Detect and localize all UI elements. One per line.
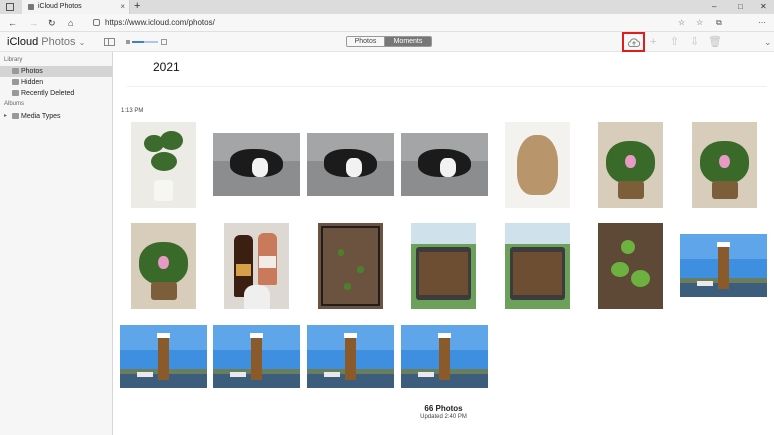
browser-tab[interactable]: iCloud Photos ×	[22, 0, 130, 14]
add-icon[interactable]: +	[650, 35, 656, 49]
app-switcher[interactable]: iCloud Photos ⌄	[7, 35, 85, 50]
updated-time: Updated 2:40 PM	[420, 414, 467, 420]
icloud-favicon-icon	[28, 4, 34, 10]
sidebar: Library Photos Hidden Recently Deleted A…	[0, 52, 113, 435]
view-segmented-control: Photos Moments	[346, 36, 432, 47]
sidebar-item-label: Hidden	[21, 79, 44, 86]
zoom-fill	[132, 41, 144, 43]
sidebar-item-photos[interactable]: Photos	[0, 66, 112, 77]
browser-tab-bar: iCloud Photos × + – □ ✕	[0, 0, 774, 14]
year-heading: 2021	[153, 60, 180, 74]
url-text: https://www.icloud.com/photos/	[105, 18, 215, 27]
photo-thumbnail[interactable]	[598, 223, 663, 309]
photo-thumbnail[interactable]	[401, 325, 488, 388]
browser-menu-icon[interactable]: ⋯	[758, 14, 766, 32]
segment-photos[interactable]: Photos	[347, 37, 385, 46]
maximize-button[interactable]: □	[738, 0, 743, 14]
photo-grid-area: 2021 1:13 PM 66 Photos Updated 2:40 PM	[113, 52, 774, 435]
sidebar-item-label: Photos	[21, 68, 43, 75]
photo-thumbnail[interactable]	[401, 133, 488, 196]
zoom-in-icon	[161, 39, 167, 45]
url-field[interactable]: https://www.icloud.com/photos/	[92, 16, 702, 30]
disclosure-arrow-icon[interactable]: ▸	[4, 111, 7, 122]
back-button[interactable]: ←	[8, 14, 17, 32]
home-button[interactable]: ⌂	[68, 14, 73, 32]
site-info-icon[interactable]	[93, 19, 100, 26]
sidebar-item-recently-deleted[interactable]: Recently Deleted	[0, 88, 112, 99]
moment-time-label: 1:13 PM	[121, 108, 144, 114]
brand-photos: Photos	[41, 36, 76, 48]
divider	[127, 86, 767, 87]
reload-button[interactable]: ↻	[48, 14, 56, 32]
minimize-button[interactable]: –	[712, 0, 716, 14]
photo-thumbnail[interactable]	[224, 223, 289, 309]
favorites-list-icon[interactable]: ☆	[696, 14, 703, 32]
photo-thumbnail[interactable]	[505, 223, 570, 309]
photo-thumbnail[interactable]	[307, 325, 394, 388]
photo-thumbnail[interactable]	[213, 133, 300, 196]
sidebar-item-media-types[interactable]: ▸ Media Types	[0, 111, 112, 122]
library-header: Library	[4, 57, 23, 63]
sidebar-item-label: Media Types	[21, 113, 61, 120]
collections-icon[interactable]: ⧉	[716, 14, 722, 32]
photo-count: 66 Photos	[424, 404, 463, 413]
close-window-button[interactable]: ✕	[760, 0, 767, 14]
photo-thumbnail[interactable]	[598, 122, 663, 208]
photo-thumbnail[interactable]	[120, 325, 207, 388]
zoom-slider[interactable]	[126, 39, 167, 45]
folder-icon	[12, 113, 19, 119]
photo-thumbnail[interactable]	[318, 223, 383, 309]
new-tab-button[interactable]: +	[134, 0, 140, 13]
photo-thumbnail[interactable]	[307, 133, 394, 196]
segment-moments[interactable]: Moments	[385, 37, 431, 46]
photo-thumbnail[interactable]	[213, 325, 300, 388]
trash-icon[interactable]: 🗑	[708, 35, 722, 49]
app-header: iCloud Photos ⌄ Photos Moments + ⇧ ⇩ 🗑 ⌄	[0, 32, 774, 52]
photo-thumbnail[interactable]	[692, 122, 757, 208]
albums-header: Albums	[4, 101, 25, 107]
sidebar-item-hidden[interactable]: Hidden	[0, 77, 112, 88]
sidebar-toggle-icon[interactable]	[104, 38, 115, 46]
upload-button[interactable]	[622, 32, 645, 52]
hidden-icon	[12, 79, 19, 85]
sidebar-item-label: Recently Deleted	[21, 90, 75, 97]
photo-thumbnail[interactable]	[131, 223, 196, 309]
brand-icloud: iCloud	[7, 36, 39, 48]
photo-thumbnail[interactable]	[411, 223, 476, 309]
photo-thumbnail[interactable]	[131, 122, 196, 208]
chevron-down-icon: ⌄	[78, 38, 86, 47]
favorite-icon[interactable]: ☆	[678, 14, 685, 32]
photos-icon	[12, 68, 19, 74]
tab-title: iCloud Photos	[38, 3, 82, 10]
tab-actions-icon[interactable]	[6, 3, 14, 11]
trash-icon	[12, 90, 19, 96]
tab-close-icon[interactable]: ×	[120, 0, 125, 14]
cloud-upload-icon	[627, 38, 641, 47]
chevron-down-icon[interactable]: ⌄	[764, 35, 772, 49]
zoom-out-icon	[126, 40, 130, 44]
forward-button[interactable]: →	[29, 14, 38, 32]
share-icon[interactable]: ⇧	[670, 35, 679, 49]
download-icon[interactable]: ⇩	[690, 35, 699, 49]
photo-thumbnail[interactable]	[505, 122, 570, 208]
photo-thumbnail[interactable]	[680, 234, 767, 297]
address-bar-row: ← → ↻ ⌂ https://www.icloud.com/photos/ ☆…	[0, 14, 774, 32]
